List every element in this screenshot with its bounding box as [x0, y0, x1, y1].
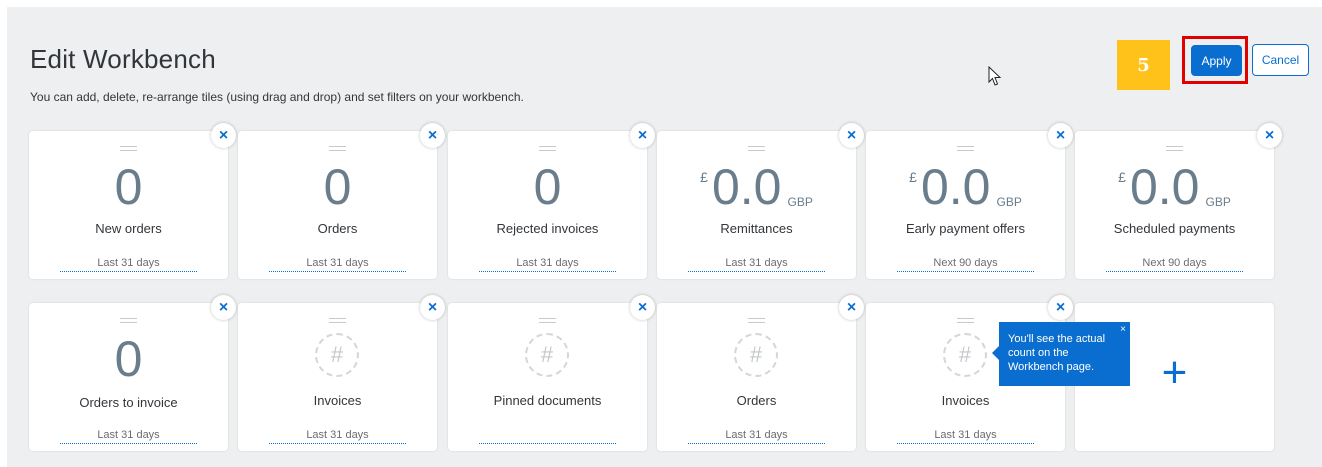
tile-orders[interactable]: × 0 Orders Last 31 days: [238, 123, 445, 279]
tile-label: Orders to invoice: [79, 395, 178, 410]
amount-value: 0.0: [1129, 159, 1200, 215]
tile-invoices[interactable]: × # Invoices Last 31 days: [238, 295, 445, 451]
tile-period-filter[interactable]: Last 31 days: [269, 429, 406, 444]
tile-count: 0: [533, 159, 562, 215]
currency-symbol: £: [700, 169, 708, 185]
drag-handle-icon[interactable]: [957, 318, 974, 323]
remove-tile-icon[interactable]: ×: [839, 123, 864, 148]
drag-handle-icon[interactable]: [329, 318, 346, 323]
tile-label: Orders: [317, 221, 358, 236]
tile-amount: £ 0.0 GBP: [1075, 159, 1274, 215]
drag-handle-icon[interactable]: [120, 318, 137, 323]
tile-label: Scheduled payments: [1113, 221, 1236, 236]
tile-pinned-documents[interactable]: × # Pinned documents: [448, 295, 655, 451]
drag-handle-icon[interactable]: [329, 146, 346, 151]
currency-code: GBP: [787, 195, 813, 209]
amount-value: 0.0: [920, 159, 991, 215]
drag-handle-icon[interactable]: [748, 318, 765, 323]
tile-period-filter[interactable]: Last 31 days: [60, 429, 197, 444]
drag-handle-icon[interactable]: [120, 146, 137, 151]
tile-period-filter[interactable]: Next 90 days: [897, 257, 1034, 272]
remove-tile-icon[interactable]: ×: [1257, 123, 1282, 148]
currency-symbol: £: [1118, 169, 1126, 185]
drag-handle-icon[interactable]: [1166, 146, 1183, 151]
tile-orders-2[interactable]: × # Orders Last 31 days: [657, 295, 864, 451]
page-subtitle: You can add, delete, re-arrange tiles (u…: [30, 90, 524, 104]
amount-value: 0.0: [711, 159, 782, 215]
tile-new-orders[interactable]: × 0 New orders Last 31 days: [29, 123, 236, 279]
tile-early-payment-offers[interactable]: × £ 0.0 GBP Early payment offers Next 90…: [866, 123, 1073, 279]
tile-period-filter[interactable]: Last 31 days: [688, 257, 825, 272]
drag-handle-icon[interactable]: [957, 146, 974, 151]
remove-tile-icon[interactable]: ×: [630, 123, 655, 148]
tile-label: Pinned documents: [493, 393, 602, 408]
tile-period-filter[interactable]: Last 31 days: [897, 429, 1034, 444]
currency-symbol: £: [909, 169, 917, 185]
tile-period-filter[interactable]: Last 31 days: [269, 257, 406, 272]
remove-tile-icon[interactable]: ×: [630, 295, 655, 320]
remove-tile-icon[interactable]: ×: [1048, 123, 1073, 148]
currency-code: GBP: [996, 195, 1022, 209]
mouse-pointer-icon: [988, 66, 1002, 86]
close-icon[interactable]: ×: [1120, 323, 1126, 337]
tile-count: 0: [323, 159, 352, 215]
step-number-badge: 5: [1117, 40, 1170, 90]
remove-tile-icon[interactable]: ×: [420, 295, 445, 320]
tile-rejected-invoices[interactable]: × 0 Rejected invoices Last 31 days: [448, 123, 655, 279]
tile-period-filter[interactable]: [479, 429, 616, 444]
currency-code: GBP: [1205, 195, 1231, 209]
tile-orders-to-invoice[interactable]: × 0 Orders to invoice Last 31 days: [29, 295, 236, 451]
tile-label: Invoices: [313, 393, 362, 408]
tile-label: Remittances: [720, 221, 793, 236]
tile-label: Invoices: [941, 393, 990, 408]
remove-tile-icon[interactable]: ×: [1048, 295, 1073, 320]
drag-handle-icon[interactable]: [748, 146, 765, 151]
hash-placeholder-icon: #: [943, 333, 987, 377]
tooltip-text: You'll see the actual count on the Workb…: [1008, 333, 1106, 373]
remove-tile-icon[interactable]: ×: [211, 123, 236, 148]
tile-period-filter[interactable]: Last 31 days: [60, 257, 197, 272]
tile-label: Orders: [736, 393, 777, 408]
hash-placeholder-icon: #: [734, 333, 778, 377]
tile-period-filter[interactable]: Next 90 days: [1106, 257, 1243, 272]
cancel-button[interactable]: Cancel: [1252, 44, 1309, 76]
hash-placeholder-icon: #: [315, 333, 359, 377]
tile-label: Early payment offers: [906, 221, 1025, 236]
tile-scheduled-payments[interactable]: × £ 0.0 GBP Scheduled payments Next 90 d…: [1075, 123, 1282, 279]
tile-label: New orders: [95, 221, 162, 236]
hash-placeholder-icon: #: [525, 333, 569, 377]
apply-button[interactable]: Apply: [1191, 45, 1242, 76]
page-title: Edit Workbench: [30, 44, 216, 74]
tile-count: 0: [114, 159, 143, 215]
remove-tile-icon[interactable]: ×: [839, 295, 864, 320]
remove-tile-icon[interactable]: ×: [420, 123, 445, 148]
tile-period-filter[interactable]: Last 31 days: [688, 429, 825, 444]
tile-label: Rejected invoices: [496, 221, 599, 236]
tile-amount: £ 0.0 GBP: [866, 159, 1065, 215]
remove-tile-icon[interactable]: ×: [211, 295, 236, 320]
tile-count: 0: [114, 331, 143, 387]
drag-handle-icon[interactable]: [539, 146, 556, 151]
drag-handle-icon[interactable]: [539, 318, 556, 323]
tile-period-filter[interactable]: Last 31 days: [479, 257, 616, 272]
tile-remittances[interactable]: × £ 0.0 GBP Remittances Last 31 days: [657, 123, 864, 279]
tile-amount: £ 0.0 GBP: [657, 159, 856, 215]
info-tooltip: × You'll see the actual count on the Wor…: [992, 322, 1130, 386]
